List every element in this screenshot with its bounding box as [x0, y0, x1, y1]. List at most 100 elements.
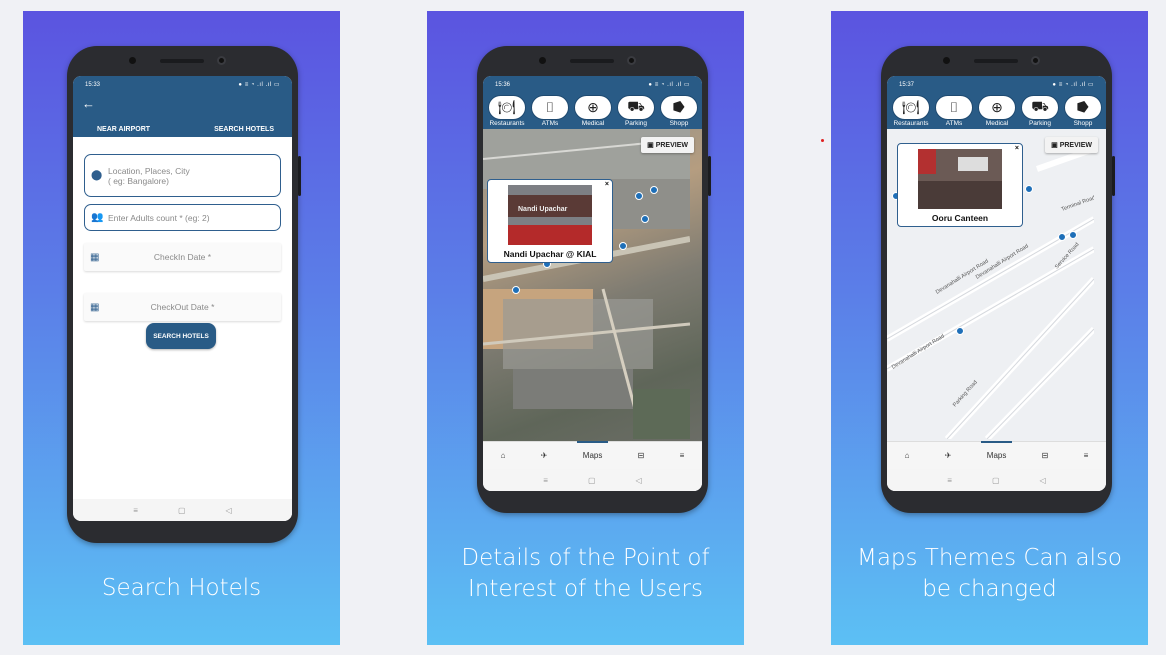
poi-atms[interactable]: ⌷ ATMs	[530, 95, 570, 127]
tab-maps[interactable]: Maps	[576, 441, 608, 460]
sensor	[943, 57, 950, 64]
poi-marker[interactable]	[619, 242, 627, 250]
caption-line-2: Interest of the Users	[468, 576, 703, 602]
speaker	[974, 59, 1018, 63]
poi-popup[interactable]: × Ooru Canteen	[897, 143, 1023, 227]
poi-parking[interactable]: ⛟ Parking	[616, 95, 656, 127]
recent-apps-button[interactable]: ≡	[947, 476, 952, 485]
poi-parking[interactable]: ⛟ Parking	[1020, 95, 1060, 127]
poi-title: Nandi Upachar @ KIAL	[503, 249, 597, 259]
restaurant-icon: 🍽	[892, 95, 930, 120]
status-time: 15:36	[495, 81, 511, 88]
close-icon[interactable]: ×	[1015, 145, 1019, 152]
phone-frame: 15:33 ● ≡ ◔ .ıl .ıl ▭ ← NEAR AIRPORT SEA…	[67, 46, 301, 543]
home-system-button[interactable]: ▢	[588, 476, 596, 485]
shopping-icon: ⭓	[1064, 95, 1102, 120]
search-hotels-button[interactable]: SEARCH HOTELS	[146, 323, 216, 349]
tab-search-hotels[interactable]: SEARCH HOTELS	[214, 126, 274, 133]
preview-button[interactable]: ▣ PREVIEW	[641, 137, 694, 153]
home-system-button[interactable]: ▢	[178, 506, 186, 515]
poi-category-bar: 🍽 Restaurants ⌷ ATMs ⊕ Medical ⛟ Parking ⭓ Sh…	[483, 93, 702, 129]
poi-label: ATMs	[945, 120, 963, 127]
poi-marker[interactable]	[635, 192, 643, 200]
poi-marker[interactable]	[1025, 185, 1033, 193]
card-caption: Search Hotels	[101, 575, 262, 601]
tab-near-airport[interactable]: NEAR AIRPORT	[97, 126, 150, 133]
phone-frame: 15:37 ● ≡ ◔ .ıl .ıl ▭ 🍽 Restaurants ⌷ ATMs…	[881, 46, 1115, 513]
recent-apps-button[interactable]: ≡	[133, 506, 138, 515]
recent-apps-button[interactable]: ≡	[543, 476, 548, 485]
checkout-label: CheckOut Date *	[150, 302, 215, 312]
status-icons: ● ≡ ◔ .ıl .ıl ▭	[238, 82, 280, 88]
poi-label: Restaurants	[489, 120, 525, 127]
shopping-icon: ⭓	[660, 95, 698, 120]
poi-marker[interactable]	[641, 215, 649, 223]
poi-label: Parking	[624, 120, 648, 127]
poi-label: Restaurants	[893, 120, 929, 127]
location-field[interactable]: ⬤ Location, Places, City ( eg: Bangalore…	[84, 154, 281, 197]
tab-maps[interactable]: Maps	[980, 441, 1012, 460]
poi-marker[interactable]	[956, 327, 964, 335]
satellite-map[interactable]: ▣ PREVIEW × Nandi Upachar Nandi Upachar …	[483, 129, 702, 441]
checkout-date-field[interactable]: ▦ CheckOut Date *	[84, 293, 281, 321]
medical-icon: ⊕	[574, 95, 612, 120]
menu-icon[interactable]: ≡	[1084, 451, 1089, 460]
phone-screen: 15:36 ● ≡ ◔ .ıl .ıl ▭ 🍽 Restaurants ⌷ ATMs…	[483, 76, 702, 491]
flight-icon[interactable]: ✈	[541, 451, 548, 460]
card-caption: Details of the Point of Interest of the …	[427, 543, 744, 605]
status-bar: 15:33 ● ≡ ◔ .ıl .ıl ▭	[73, 76, 292, 93]
app-bar: ← NEAR AIRPORT SEARCH HOTELS	[73, 93, 292, 137]
road-label: Terminal Road	[1061, 195, 1094, 213]
poi-marker[interactable]	[650, 186, 658, 194]
card-map-themes: 15:37 ● ≡ ◔ .ıl .ıl ▭ 🍽 Restaurants ⌷ ATMs…	[831, 11, 1148, 645]
back-system-button[interactable]: ◁	[226, 506, 232, 515]
side-button	[298, 156, 301, 196]
adults-placeholder: Enter Adults count * (eg: 2)	[108, 212, 210, 223]
back-system-button[interactable]: ◁	[1040, 476, 1046, 485]
home-system-button[interactable]: ▢	[992, 476, 1000, 485]
back-system-button[interactable]: ◁	[636, 476, 642, 485]
poi-shopping[interactable]: ⭓ Shopp	[659, 95, 699, 127]
close-icon[interactable]: ×	[605, 181, 609, 188]
poi-restaurants[interactable]: 🍽 Restaurants	[891, 95, 931, 127]
train-icon[interactable]: ⊟	[638, 451, 645, 460]
checkin-date-field[interactable]: ▦ CheckIn Date *	[84, 243, 281, 271]
poi-marker[interactable]	[512, 286, 520, 294]
flight-icon[interactable]: ✈	[945, 451, 952, 460]
red-marker-dot	[821, 139, 824, 142]
front-camera	[1031, 56, 1040, 65]
preview-label: PREVIEW	[1059, 142, 1092, 149]
preview-label: PREVIEW	[655, 142, 688, 149]
poi-popup[interactable]: × Nandi Upachar Nandi Upachar @ KIAL	[487, 179, 613, 263]
side-button	[708, 156, 711, 196]
phone-frame: 15:36 ● ≡ ◔ .ıl .ıl ▭ 🍽 Restaurants ⌷ ATMs…	[477, 46, 711, 513]
poi-label: Medical	[581, 120, 605, 127]
train-icon[interactable]: ⊟	[1042, 451, 1049, 460]
phone-screen: 15:37 ● ≡ ◔ .ıl .ıl ▭ 🍽 Restaurants ⌷ ATMs…	[887, 76, 1106, 491]
bottom-nav: ⌂ ✈ Maps ⊟ ≡	[483, 441, 702, 469]
poi-photo: Nandi Upachar	[508, 185, 592, 245]
poi-medical[interactable]: ⊕ Medical	[977, 95, 1017, 127]
home-icon[interactable]: ⌂	[501, 451, 506, 460]
system-nav-bar: ≡ ▢ ◁	[483, 469, 702, 491]
home-icon[interactable]: ⌂	[905, 451, 910, 460]
poi-marker[interactable]	[1058, 233, 1066, 241]
road-label: Devanahalli Airport Road	[891, 333, 946, 370]
atm-icon: ⌷	[531, 95, 569, 120]
back-arrow-icon[interactable]: ←	[82, 96, 95, 111]
system-nav-bar: ≡ ▢ ◁	[887, 469, 1106, 491]
poi-shopping[interactable]: ⭓ Shopp	[1063, 95, 1103, 127]
preview-button[interactable]: ▣ PREVIEW	[1045, 137, 1098, 153]
poi-marker[interactable]	[1069, 231, 1077, 239]
poi-title: Ooru Canteen	[931, 213, 989, 223]
poi-atms[interactable]: ⌷ ATMs	[934, 95, 974, 127]
status-icons: ● ≡ ◔ .ıl .ıl ▭	[1052, 82, 1094, 88]
menu-icon[interactable]: ≡	[680, 451, 685, 460]
light-theme-map[interactable]: International Airport Devanahalli Airpor…	[887, 129, 1106, 441]
checkin-label: CheckIn Date *	[153, 252, 212, 262]
location-placeholder-line1: Location, Places, City	[108, 165, 190, 176]
poi-restaurants[interactable]: 🍽 Restaurants	[487, 95, 527, 127]
poi-medical[interactable]: ⊕ Medical	[573, 95, 613, 127]
location-pin-icon: ⬤	[91, 170, 103, 181]
adults-count-field[interactable]: 👥 Enter Adults count * (eg: 2)	[84, 204, 281, 231]
